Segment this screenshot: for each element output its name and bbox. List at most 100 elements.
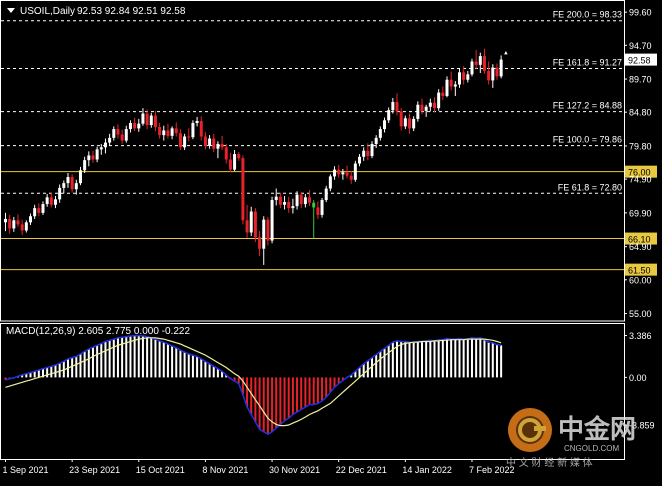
watermark-brand: 中金网 <box>558 414 636 444</box>
candle-body-96 <box>403 118 407 127</box>
x-tick-label-1: 23 Sep 2021 <box>69 465 120 475</box>
macd-tick-label-1: 0.00 <box>629 373 647 383</box>
candle-body-91 <box>383 120 387 130</box>
candle-body-109 <box>457 72 461 85</box>
candle-body-57 <box>241 158 245 221</box>
candle-body-40 <box>170 128 174 136</box>
candle-body-103 <box>432 102 436 109</box>
candle-body-67 <box>283 202 287 205</box>
candle-body-6 <box>28 216 32 223</box>
candle-body-53 <box>224 147 228 160</box>
candle-body-27 <box>116 129 120 135</box>
candle-body-88 <box>370 143 374 157</box>
cngold-watermark: 中金网 CNGOLD.COM 中 文 财 经 新 媒 体 <box>506 408 636 469</box>
candle-body-70 <box>295 194 299 207</box>
macd-header: MACD(12,26,9) 2.605 2.775 0.000 -0.222 <box>6 326 190 337</box>
candle-body-62 <box>262 219 266 249</box>
candle-body-18 <box>78 170 82 184</box>
candle-body-99 <box>416 104 420 119</box>
candle-body-14 <box>62 183 66 188</box>
candle-body-89 <box>374 137 378 144</box>
ohlc-label: 92.53 92.84 92.51 92.58 <box>77 6 186 17</box>
chart-header: USOIL,Daily 92.53 92.84 92.51 92.58 <box>7 6 186 17</box>
candle-body-73 <box>308 197 312 203</box>
candle-body-101 <box>424 106 428 111</box>
fib-label-0: FE 200.0 = 98.33 <box>553 10 622 20</box>
candle-body-34 <box>145 113 149 126</box>
candle-body-77 <box>324 188 328 201</box>
fib-label-4: FE 61.8 = 72.80 <box>558 182 622 192</box>
candle-body-86 <box>362 150 366 157</box>
candle-body-84 <box>353 163 357 180</box>
candle-body-68 <box>287 202 291 209</box>
candle-body-71 <box>299 194 303 205</box>
candle-body-32 <box>137 123 141 129</box>
candle-body-69 <box>291 206 295 209</box>
candle-body-65 <box>274 196 278 201</box>
symbol-label: USOIL,Daily <box>20 6 75 17</box>
candle-body-42 <box>178 133 182 148</box>
candle-body-72 <box>303 197 307 205</box>
candle-body-111 <box>466 74 470 80</box>
candle-body-19 <box>83 160 87 171</box>
chart-root: USOIL,Daily 92.53 92.84 92.51 92.58 FE 2… <box>0 0 662 481</box>
candle-body-5 <box>24 222 28 231</box>
candle-body-37 <box>158 127 162 136</box>
candle-body-39 <box>166 130 170 136</box>
candle-body-98 <box>412 118 416 129</box>
candle-body-9 <box>41 204 45 213</box>
candle-body-21 <box>91 155 95 160</box>
x-tick-label-3: 8 Nov 2021 <box>202 465 248 475</box>
support-tag-label-2: 61.50 <box>628 266 651 276</box>
last-price-marker: ▴ <box>504 50 508 57</box>
price-tick-label-0: 99.60 <box>629 8 652 18</box>
watermark-site: CNGOLD.COM <box>564 444 619 453</box>
price-tick-label-7: 64.90 <box>629 242 652 252</box>
candle-body-31 <box>133 122 137 129</box>
candle-body-15 <box>66 177 70 184</box>
x-tick-label-0: 1 Sep 2021 <box>3 465 49 475</box>
candle-body-107 <box>449 79 453 87</box>
candle-body-93 <box>391 102 395 111</box>
candle-body-119 <box>499 59 503 77</box>
candle-body-114 <box>478 56 482 65</box>
x-tick-label-6: 14 Jan 2022 <box>402 465 452 475</box>
candle-body-108 <box>453 84 457 87</box>
candle-body-61 <box>258 237 262 249</box>
price-tick-label-9: 55.00 <box>629 309 652 319</box>
candle-body-55 <box>233 154 237 170</box>
candle-body-113 <box>474 61 478 65</box>
candle-body-52 <box>220 143 224 148</box>
candle-body-13 <box>58 187 62 200</box>
candle-body-97 <box>408 118 412 129</box>
price-tick-label-3: 84.80 <box>629 108 652 118</box>
candle-body-24 <box>103 142 107 148</box>
candle-body-41 <box>174 128 178 134</box>
candle-body-66 <box>278 196 282 205</box>
candle-body-79 <box>333 169 337 177</box>
candle-body-115 <box>482 56 486 71</box>
candle-body-10 <box>45 197 49 205</box>
x-tick-label-2: 15 Oct 2021 <box>136 465 185 475</box>
candle-body-28 <box>120 134 124 141</box>
candle-body-80 <box>337 169 341 175</box>
fib-label-3: FE 100.0 = 79.86 <box>553 135 622 145</box>
price-tick-label-1: 94.70 <box>629 41 652 51</box>
candle-body-47 <box>199 120 203 137</box>
candle-body-36 <box>153 115 157 128</box>
candle-body-25 <box>108 137 112 143</box>
candle-body-76 <box>320 200 324 215</box>
candle-body-33 <box>141 113 145 124</box>
candle-body-2 <box>12 220 16 229</box>
candle-body-94 <box>395 102 399 112</box>
candle-body-48 <box>203 136 207 146</box>
candle-body-58 <box>245 220 249 233</box>
candle-body-63 <box>266 219 270 241</box>
candle-body-75 <box>316 207 320 215</box>
price-tick-label-8: 60.00 <box>629 275 652 285</box>
candle-body-7 <box>33 208 37 217</box>
candle-body-29 <box>124 129 128 141</box>
price-tick-label-4: 79.80 <box>629 141 652 151</box>
candle-body-20 <box>87 155 91 161</box>
candle-body-4 <box>20 224 24 231</box>
